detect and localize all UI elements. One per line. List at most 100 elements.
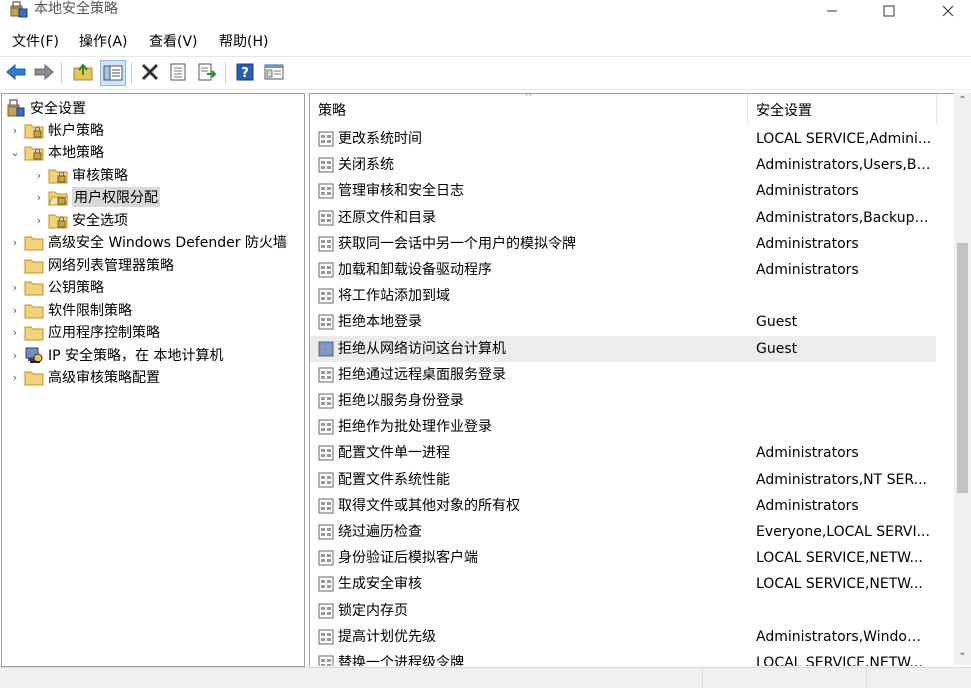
help-button[interactable]: ?	[233, 60, 257, 84]
column-header-security-setting[interactable]: 安全设置	[756, 94, 812, 124]
policy-icon	[318, 367, 334, 383]
delete-button[interactable]	[138, 60, 162, 84]
policy-row[interactable]: 获取同一会话中另一个用户的模拟令牌 Administrators	[310, 231, 936, 257]
chevron-right-icon[interactable]: ›	[8, 304, 22, 317]
vertical-scrollbar[interactable]: ⌃ ⌄	[954, 93, 971, 665]
show-hide-tree-button[interactable]	[100, 60, 126, 86]
policy-row[interactable]: 加载和卸载设备驱动程序 Administrators	[310, 257, 936, 283]
policy-row[interactable]: 还原文件和目录 Administrators,Backup ...	[310, 205, 936, 231]
menu-help[interactable]: 帮助(H)	[219, 32, 268, 52]
tree-item-software-restriction[interactable]: › 软件限制策略	[8, 299, 132, 321]
tree-label: IP 安全策略，在 本地计算机	[48, 348, 224, 364]
minimize-button[interactable]	[809, 0, 855, 22]
menu-file[interactable]: 文件(F)	[12, 32, 59, 52]
tree-item-ip-security[interactable]: › IP 安全策略，在 本地计算机	[8, 344, 223, 366]
menu-view[interactable]: 查看(V)	[149, 32, 198, 52]
policy-setting-value: Everyone,LOCAL SERVI...	[756, 524, 930, 540]
column-divider[interactable]	[936, 94, 937, 124]
title-bar: 本地安全策略	[0, 0, 971, 22]
policy-row[interactable]: 配置文件单一进程 Administrators	[310, 440, 936, 466]
back-button[interactable]	[4, 60, 28, 84]
toolbar-separator	[225, 62, 226, 84]
scroll-up-icon[interactable]: ⌃	[954, 95, 971, 111]
policy-icon	[318, 393, 334, 409]
policy-setting-value: LOCAL SERVICE,NETW...	[756, 550, 923, 567]
folder-icon	[24, 304, 44, 319]
tree-label: 网络列表管理器策略	[48, 258, 174, 274]
up-folder-icon	[73, 63, 93, 81]
tree-label: 公钥策略	[48, 280, 104, 296]
policy-icon	[318, 472, 334, 488]
chevron-right-icon[interactable]: ›	[8, 281, 22, 294]
policy-setting-value: Administrators	[756, 235, 859, 252]
tree-item-audit-policy[interactable]: › 审核策略	[32, 164, 128, 186]
policy-selected-icon	[318, 341, 334, 357]
scroll-thumb[interactable]	[957, 243, 968, 493]
export-icon	[198, 63, 217, 81]
folder-icon	[24, 259, 44, 274]
properties-button[interactable]	[166, 60, 190, 84]
menu-bar: 文件(F) 操作(A) 查看(V) 帮助(H)	[0, 30, 971, 54]
policy-row[interactable]: 配置文件系统性能 Administrators,NT SER...	[310, 467, 936, 493]
tree-item-public-key-policy[interactable]: › 公钥策略	[8, 276, 104, 298]
tree-item-network-list-manager[interactable]: 网络列表管理器策略	[8, 254, 174, 276]
column-divider[interactable]	[747, 94, 748, 124]
chevron-right-icon[interactable]: ›	[8, 236, 22, 249]
policy-list-pane[interactable]: ^ 策略 安全设置 更改系统时间 LOCAL SERVICE,Admini... 关…	[309, 93, 970, 666]
maximize-icon	[883, 5, 895, 17]
up-one-level-button[interactable]	[71, 60, 95, 84]
chevron-down-icon[interactable]: ⌄	[8, 146, 22, 159]
policy-name: 配置文件系统性能	[338, 471, 450, 488]
locked-folder-icon	[48, 214, 68, 229]
chevron-right-icon[interactable]: ›	[8, 124, 22, 137]
column-header-policy[interactable]: 策略	[318, 94, 346, 124]
chevron-right-icon[interactable]: ›	[32, 191, 46, 204]
policy-name: 身份验证后模拟客户端	[338, 550, 478, 567]
console-view-button[interactable]	[262, 60, 286, 84]
policy-row[interactable]: 提高计划优先级 Administrators,Window ...	[310, 624, 936, 650]
policy-row[interactable]: 身份验证后模拟客户端 LOCAL SERVICE,NETW...	[310, 545, 936, 571]
policy-row[interactable]: 生成安全审核 LOCAL SERVICE,NETW...	[310, 571, 936, 597]
policy-row[interactable]: 取得文件或其他对象的所有权 Administrators	[310, 493, 936, 519]
tree-item-advanced-audit[interactable]: › 高级审核策略配置	[8, 366, 160, 388]
policy-row[interactable]: 绕过遍历检查 Everyone,LOCAL SERVI...	[310, 519, 936, 545]
policy-row[interactable]: 更改系统时间 LOCAL SERVICE,Admini...	[310, 126, 936, 152]
chevron-right-icon[interactable]: ›	[8, 371, 22, 384]
tree-item-security-options[interactable]: › 安全选项	[32, 209, 128, 231]
tree-item-user-rights-assignment[interactable]: › 用户权限分配	[32, 186, 160, 208]
tree-item-defender-firewall[interactable]: › 高级安全 Windows Defender 防火墙	[8, 231, 287, 253]
policy-row[interactable]: 管理审核和安全日志 Administrators	[310, 178, 936, 204]
policy-row[interactable]: 拒绝作为批处理作业登录	[310, 414, 936, 440]
tree-item-app-control[interactable]: › 应用程序控制策略	[8, 321, 160, 343]
policy-row[interactable]: 拒绝通过远程桌面服务登录	[310, 362, 936, 388]
chevron-right-icon[interactable]: ›	[8, 326, 22, 339]
scroll-down-icon[interactable]: ⌄	[954, 647, 971, 663]
tree-pane[interactable]: 安全设置 › 帐户策略 ⌄ 本地策略 › 审核策略 › 用户权限分配 › 安全选…	[1, 93, 305, 667]
policy-name: 获取同一会话中另一个用户的模拟令牌	[338, 235, 576, 252]
policy-name: 更改系统时间	[338, 131, 422, 147]
menu-action[interactable]: 操作(A)	[79, 32, 128, 52]
policy-setting-value: Administrators	[756, 183, 859, 200]
policy-row[interactable]: 替换一个进程级令牌 LOCAL SERVICE,NETW...	[310, 650, 936, 666]
maximize-button[interactable]	[866, 0, 912, 22]
locked-folder-icon	[24, 124, 44, 139]
policy-row[interactable]: 拒绝本地登录 Guest	[310, 309, 936, 335]
close-button[interactable]	[925, 0, 971, 22]
forward-button[interactable]	[32, 60, 56, 84]
chevron-right-icon[interactable]: ›	[32, 169, 46, 182]
policy-row[interactable]: 将工作站添加到域	[310, 283, 936, 309]
tree-item-account-policy[interactable]: › 帐户策略	[8, 119, 104, 141]
tree-root-security-settings[interactable]: 安全设置	[6, 97, 86, 119]
tree-label: 高级安全 Windows Defender 防火墙	[48, 235, 287, 251]
policy-icon	[318, 262, 334, 278]
tree-item-local-policy[interactable]: ⌄ 本地策略	[8, 141, 104, 163]
chevron-right-icon[interactable]: ›	[32, 214, 46, 227]
policy-row[interactable]: 拒绝从网络访问这台计算机 Guest	[310, 335, 936, 362]
policy-row[interactable]: 拒绝以服务身份登录	[310, 388, 936, 414]
policy-name: 拒绝本地登录	[338, 314, 422, 331]
policy-row[interactable]: 锁定内存页	[310, 598, 936, 624]
export-list-button[interactable]	[195, 60, 219, 84]
policy-row[interactable]: 关闭系统 Administrators,Users,Ba...	[310, 152, 936, 178]
toolbar-separator	[131, 62, 132, 84]
chevron-right-icon[interactable]: ›	[8, 349, 22, 362]
